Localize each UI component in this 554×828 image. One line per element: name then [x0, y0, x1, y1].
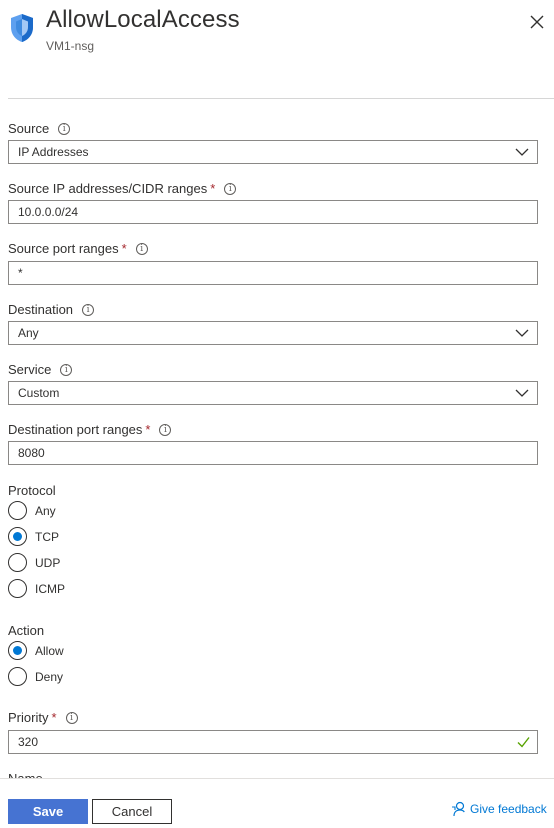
- radio-circle-selected[interactable]: [8, 527, 27, 546]
- required-marker: *: [145, 422, 151, 437]
- panel-footer: Save Cancel Give feedback: [0, 778, 554, 828]
- required-marker: *: [51, 710, 57, 725]
- dest-port-label: Destination port ranges * i: [8, 422, 172, 437]
- source-ip-label: Source IP addresses/CIDR ranges * i: [8, 181, 237, 196]
- feedback-icon: [452, 801, 465, 817]
- service-label: Service i: [8, 362, 73, 377]
- save-button[interactable]: Save: [8, 799, 88, 824]
- action-option-allow[interactable]: Allow: [8, 641, 64, 660]
- info-icon[interactable]: i: [58, 122, 71, 135]
- priority-input[interactable]: 320: [8, 730, 538, 754]
- radio-circle[interactable]: [8, 553, 27, 572]
- protocol-option-udp[interactable]: UDP: [8, 553, 60, 572]
- service-dropdown[interactable]: Custom: [8, 381, 538, 405]
- page-title: AllowLocalAccess: [46, 6, 240, 33]
- priority-label: Priority * i: [8, 710, 78, 725]
- info-icon[interactable]: i: [65, 711, 78, 724]
- chevron-down-icon: [515, 389, 529, 397]
- form-scroll-area[interactable]: Source i IP Addresses Source IP addresse…: [0, 99, 554, 779]
- radio-circle-selected[interactable]: [8, 641, 27, 660]
- info-icon[interactable]: i: [82, 303, 95, 316]
- chevron-down-icon: [515, 148, 529, 156]
- source-port-label: Source port ranges * i: [8, 241, 148, 256]
- info-icon[interactable]: i: [224, 182, 237, 195]
- protocol-option-tcp[interactable]: TCP: [8, 527, 59, 546]
- panel-header: AllowLocalAccess VM1-nsg: [0, 0, 554, 99]
- required-marker: *: [121, 241, 127, 256]
- radio-circle[interactable]: [8, 667, 27, 686]
- action-option-deny[interactable]: Deny: [8, 667, 63, 686]
- source-port-input[interactable]: *: [8, 261, 538, 285]
- destination-label: Destination i: [8, 302, 95, 317]
- radio-circle[interactable]: [8, 501, 27, 520]
- info-icon[interactable]: i: [159, 423, 172, 436]
- radio-circle[interactable]: [8, 579, 27, 598]
- protocol-option-any[interactable]: Any: [8, 501, 56, 520]
- info-icon[interactable]: i: [135, 242, 148, 255]
- destination-dropdown[interactable]: Any: [8, 321, 538, 345]
- close-icon[interactable]: [529, 14, 545, 30]
- source-label: Source i: [8, 121, 71, 136]
- source-dropdown[interactable]: IP Addresses: [8, 140, 538, 164]
- checkmark-icon: [517, 737, 530, 748]
- protocol-option-icmp[interactable]: ICMP: [8, 579, 65, 598]
- required-marker: *: [210, 181, 216, 196]
- chevron-down-icon: [515, 329, 529, 337]
- protocol-label: Protocol: [8, 483, 56, 498]
- info-icon[interactable]: i: [60, 363, 73, 376]
- page-subtitle: VM1-nsg: [46, 39, 95, 53]
- action-label: Action: [8, 623, 45, 638]
- cancel-button[interactable]: Cancel: [92, 799, 172, 824]
- dest-port-input[interactable]: 8080: [8, 441, 538, 465]
- source-ip-input[interactable]: 10.0.0.0/24: [8, 200, 538, 224]
- shield-icon: [11, 14, 33, 42]
- give-feedback-link[interactable]: Give feedback: [451, 801, 547, 817]
